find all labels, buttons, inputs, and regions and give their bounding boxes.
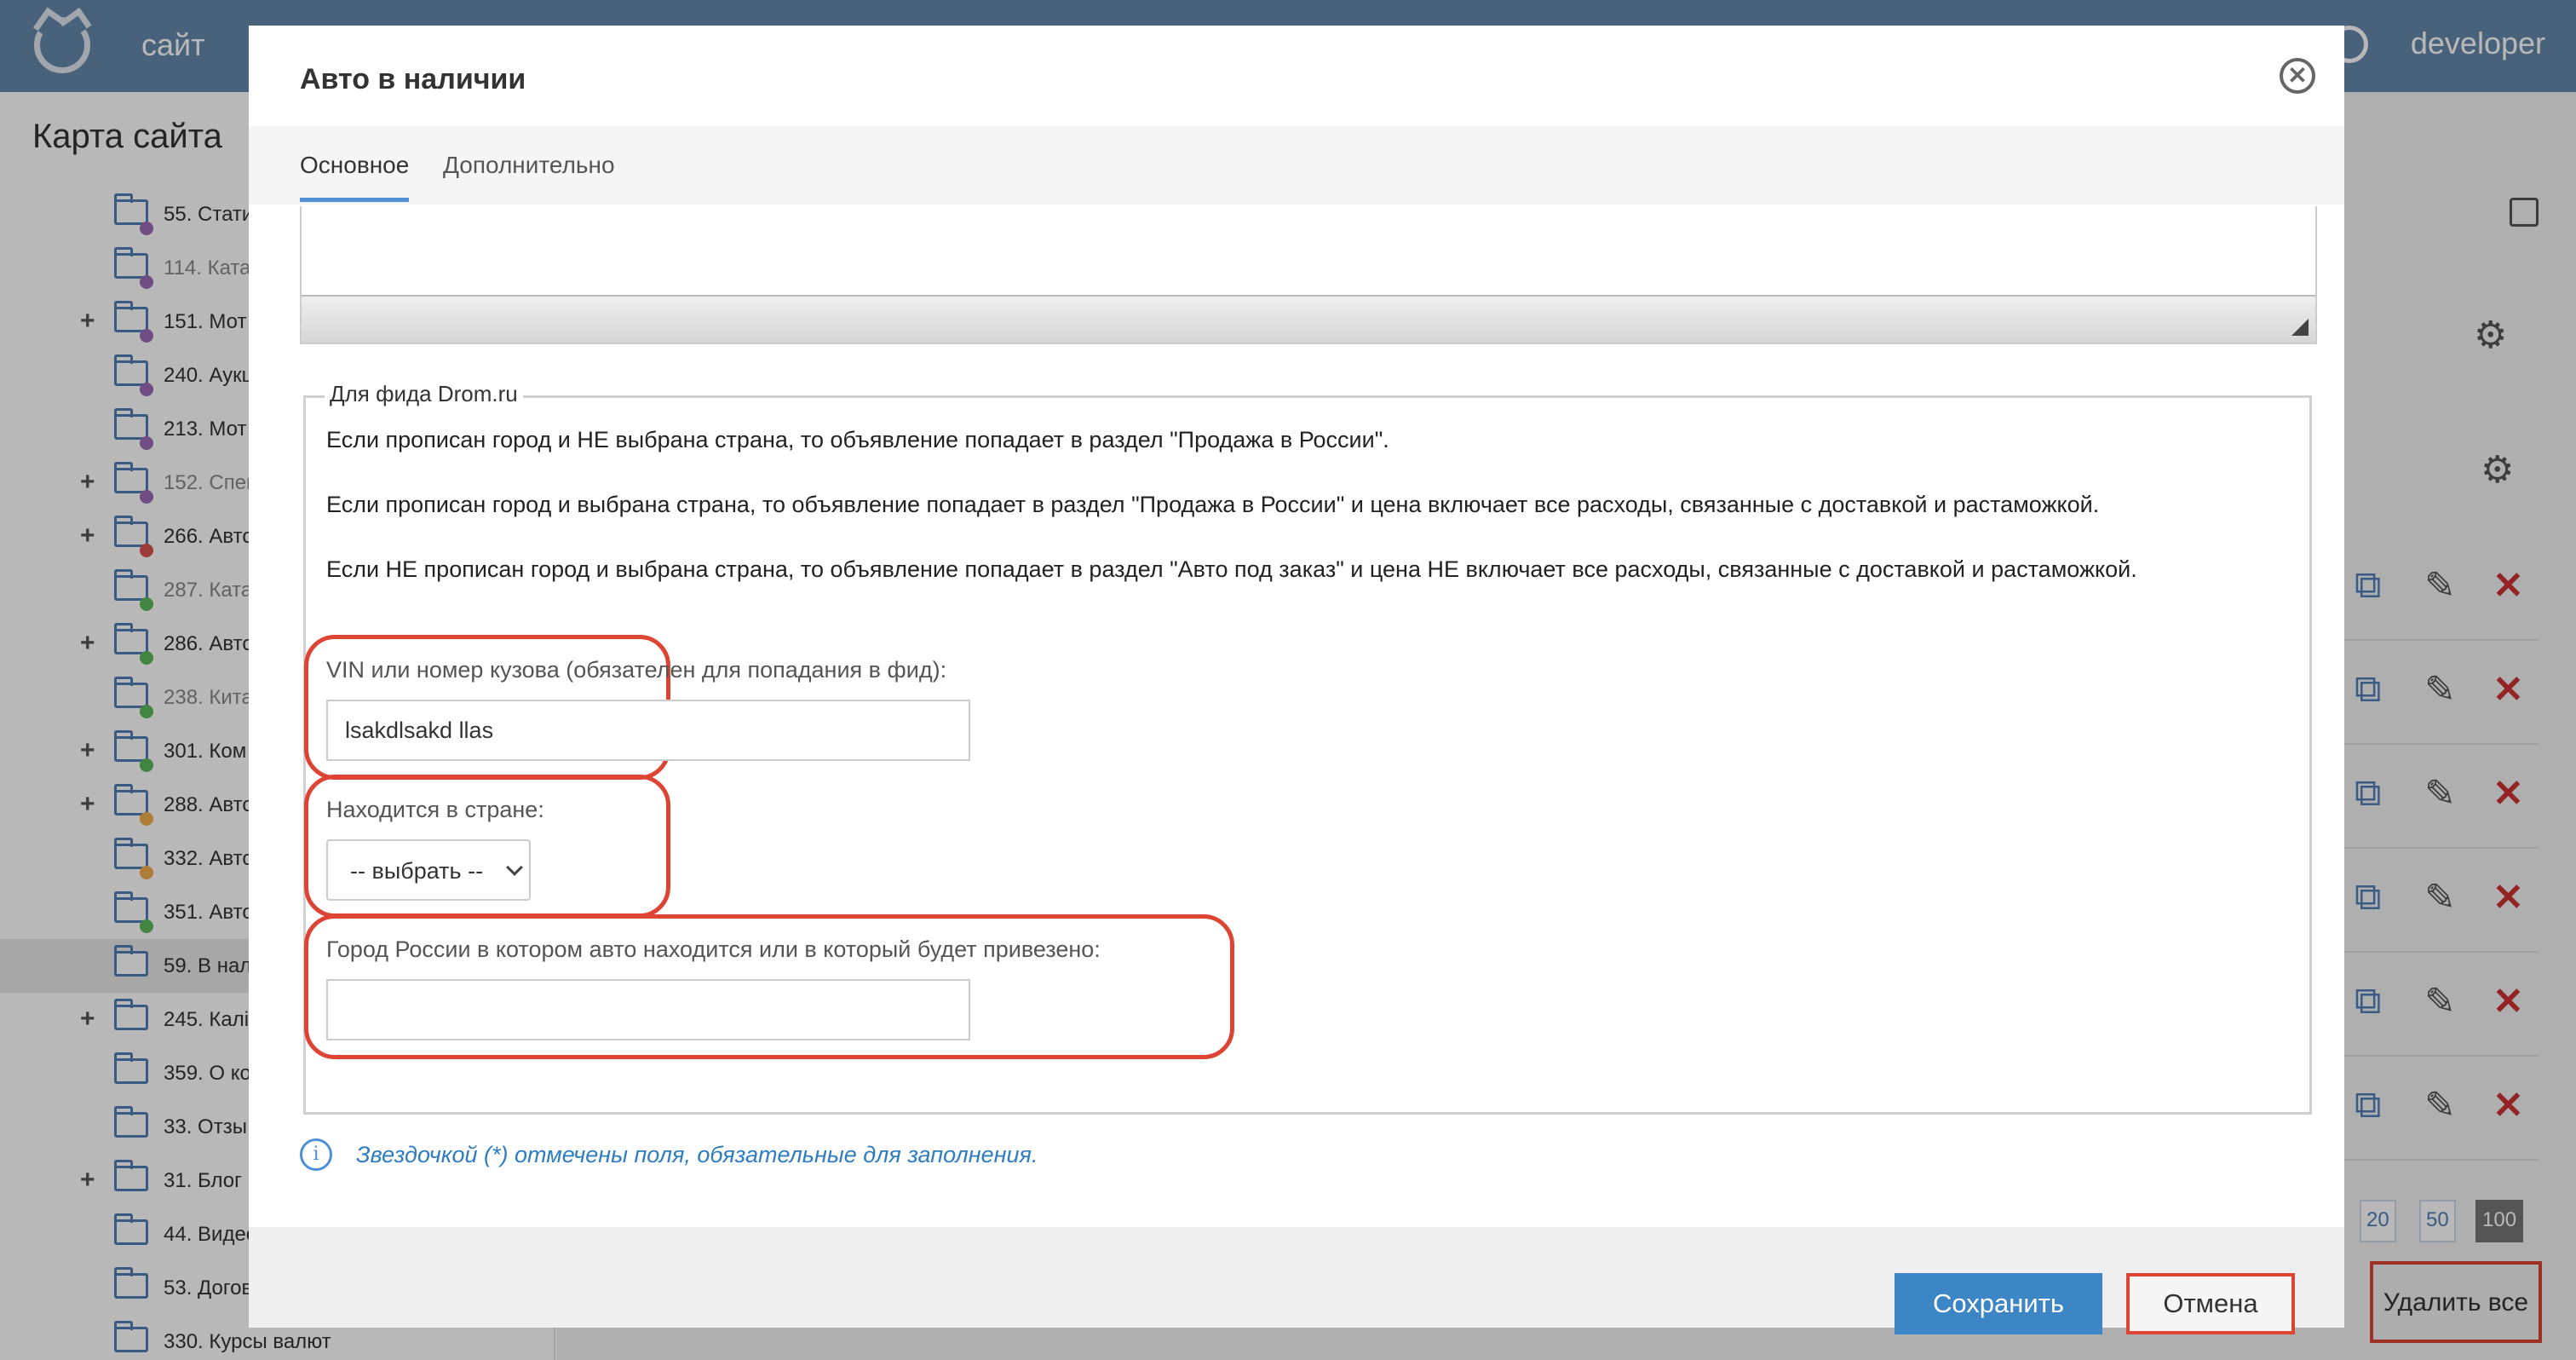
dialog-tabs: Основное Дополнительно bbox=[249, 126, 2344, 205]
edit-dialog: Авто в наличии ✕ Основное Дополнительно … bbox=[249, 26, 2344, 1334]
close-icon[interactable]: ✕ bbox=[2280, 58, 2315, 94]
info-text-1: Если прописан город и НЕ выбрана страна,… bbox=[326, 427, 1389, 452]
vin-label: VIN или номер кузова (обязателен для поп… bbox=[326, 657, 947, 683]
dialog-footer: Сохранить Отмена bbox=[249, 1227, 2344, 1334]
cancel-button[interactable]: Отмена bbox=[2126, 1273, 2295, 1334]
info-text-2: Если прописан город и выбрана страна, то… bbox=[326, 492, 2100, 517]
city-input[interactable] bbox=[326, 979, 970, 1040]
rich-text-editor[interactable] bbox=[300, 206, 2317, 344]
chevron-down-icon bbox=[506, 859, 523, 876]
tab-additional[interactable]: Дополнительно bbox=[443, 152, 615, 198]
fieldset-legend: Для фида Drom.ru bbox=[325, 381, 523, 407]
info-icon: i bbox=[300, 1138, 332, 1171]
editor-status-bar bbox=[302, 295, 2315, 343]
city-label: Город России в котором авто находится ил… bbox=[326, 936, 1101, 962]
tab-main[interactable]: Основное bbox=[300, 152, 410, 202]
resize-handle-icon[interactable] bbox=[2291, 319, 2309, 336]
dialog-title: Авто в наличии bbox=[300, 63, 526, 95]
country-label: Находится в стране: bbox=[326, 797, 544, 822]
save-button[interactable]: Сохранить bbox=[1895, 1273, 2102, 1334]
country-select-value: -- выбрать -- bbox=[350, 858, 484, 884]
country-select[interactable]: -- выбрать -- bbox=[326, 839, 531, 901]
drom-feed-fieldset: Для фида Drom.ru Если прописан город и Н… bbox=[303, 381, 2312, 1115]
info-text-3: Если НЕ прописан город и выбрана страна,… bbox=[326, 556, 2137, 582]
vin-input[interactable] bbox=[326, 700, 970, 761]
required-fields-note: Звездочкой (*) отмечены поля, обязательн… bbox=[356, 1142, 1038, 1167]
